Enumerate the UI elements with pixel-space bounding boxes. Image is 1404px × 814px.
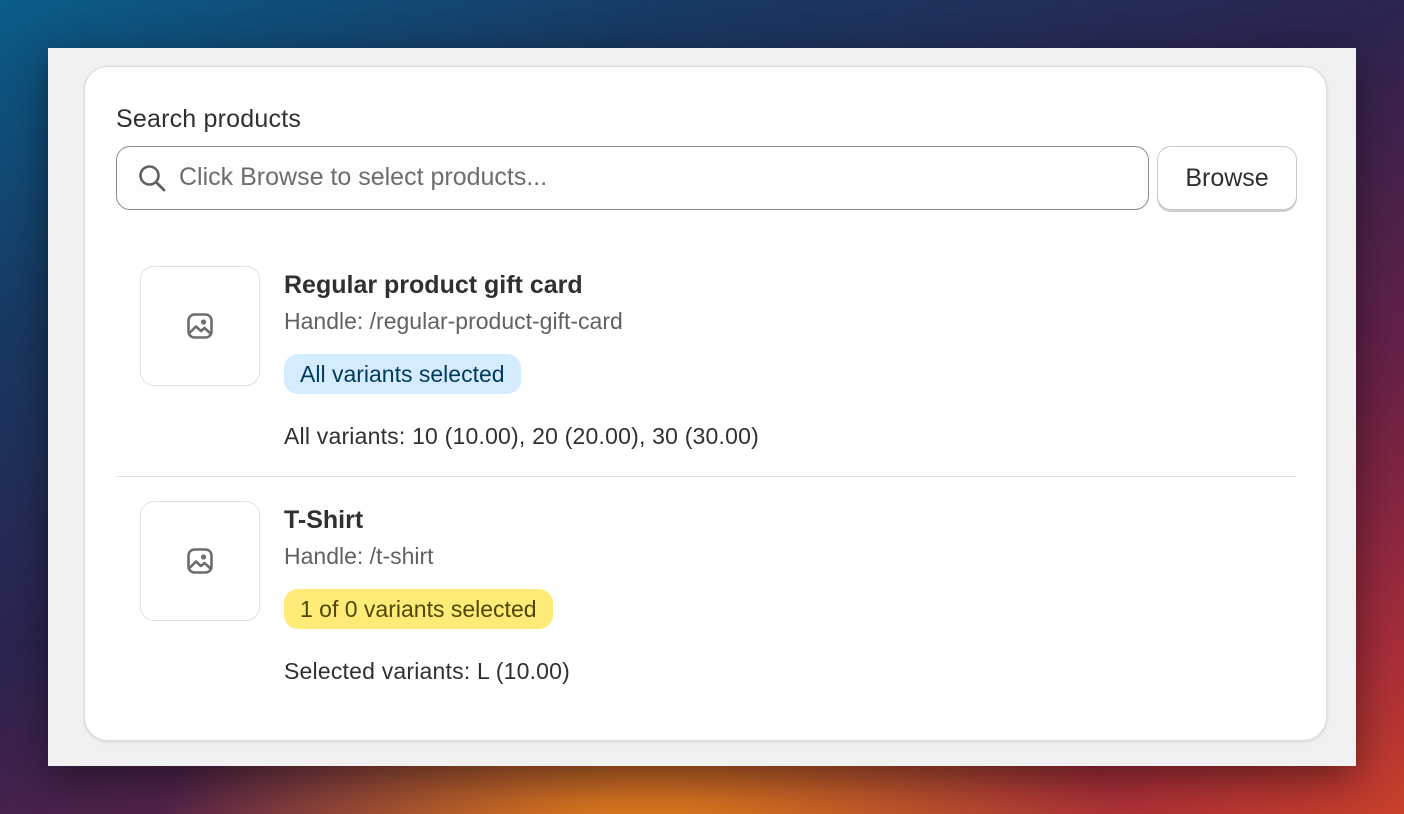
variants-status-badge: 1 of 0 variants selected: [284, 589, 553, 629]
image-placeholder-icon: [187, 313, 213, 339]
product-variants-text: Selected variants: L (10.00): [284, 658, 571, 684]
image-placeholder-icon: [187, 548, 213, 574]
product-variants-text: All variants: 10 (10.00), 20 (20.00), 30…: [284, 423, 759, 449]
app-window: Search products Browse Regular product g…: [48, 48, 1356, 766]
product-list-item: Regular product gift card Handle: /regul…: [116, 266, 1297, 476]
product-list-item: T-Shirt Handle: /t-shirt 1 of 0 variants…: [116, 501, 1297, 711]
product-thumbnail: [140, 501, 260, 621]
search-input[interactable]: [179, 147, 1139, 208]
search-icon: [139, 165, 166, 192]
product-title: T-Shirt: [284, 506, 364, 534]
search-field[interactable]: [116, 146, 1149, 210]
product-title: Regular product gift card: [284, 271, 583, 299]
product-thumbnail: [140, 266, 260, 386]
search-label: Search products: [116, 105, 302, 133]
product-picker-card: Search products Browse Regular product g…: [84, 66, 1327, 741]
divider: [116, 476, 1297, 477]
product-handle: Handle: /regular-product-gift-card: [284, 308, 623, 334]
variants-status-badge: All variants selected: [284, 354, 521, 394]
browse-button[interactable]: Browse: [1157, 146, 1297, 210]
product-handle: Handle: /t-shirt: [284, 543, 434, 569]
